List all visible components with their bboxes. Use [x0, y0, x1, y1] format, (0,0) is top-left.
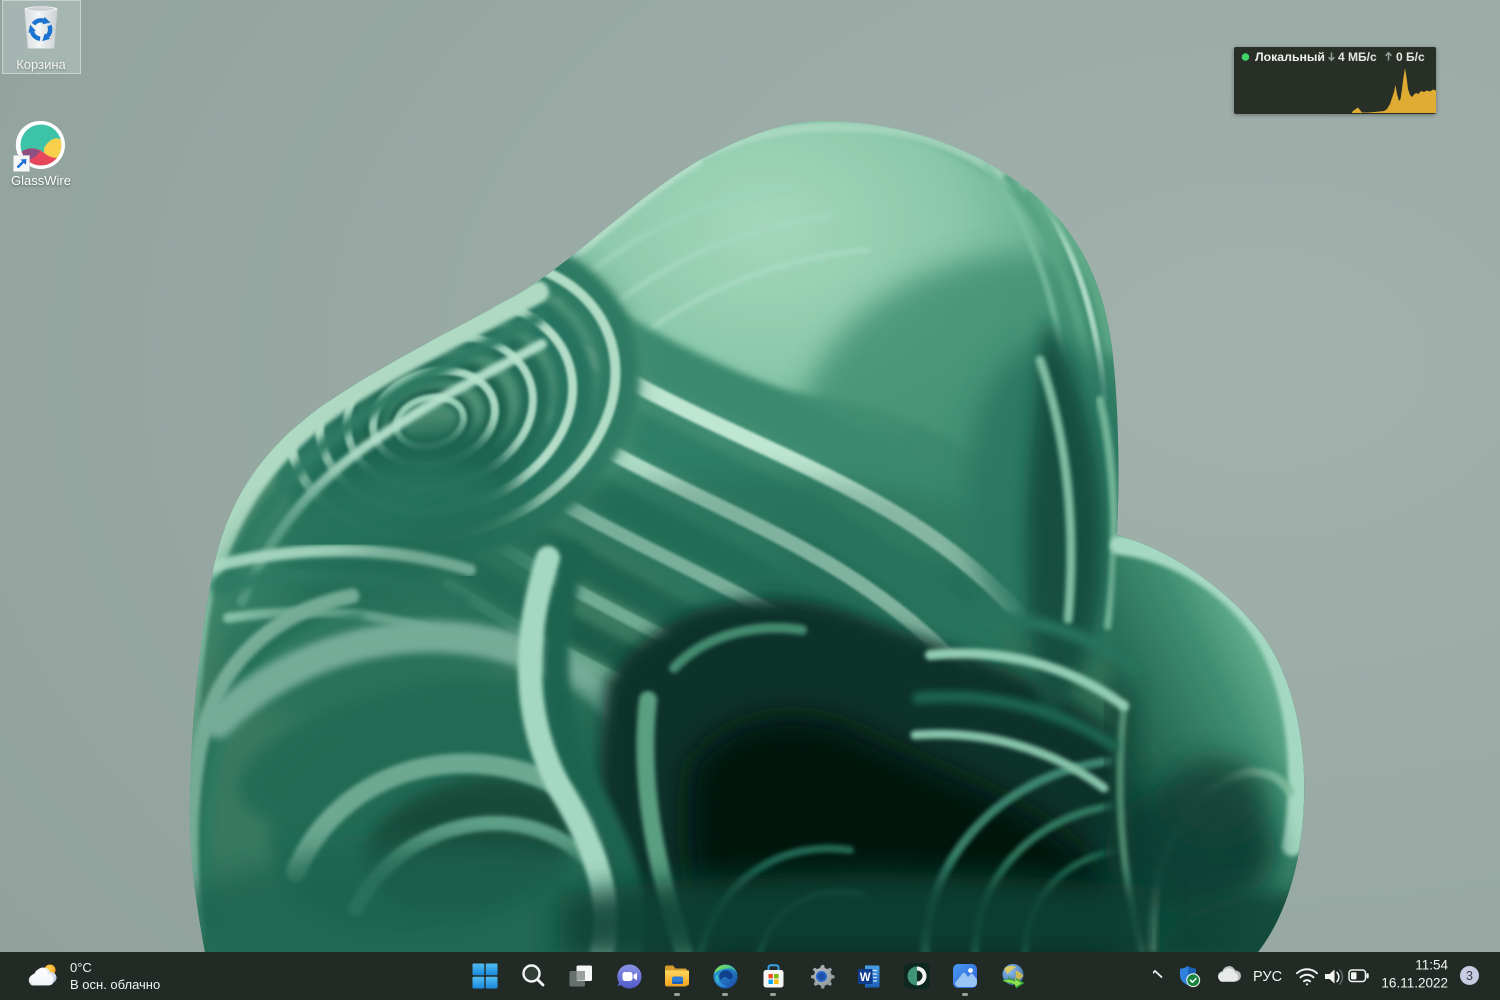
- svg-text:Локальный: Локальный: [1255, 50, 1325, 64]
- svg-text:РУС: РУС: [1253, 969, 1282, 985]
- svg-text:11:54: 11:54: [1415, 958, 1448, 973]
- svg-text:3: 3: [1466, 969, 1473, 983]
- svg-text:4 МБ/с: 4 МБ/с: [1338, 50, 1377, 64]
- svg-text:16.11.2022: 16.11.2022: [1381, 976, 1448, 991]
- svg-text:W: W: [859, 972, 870, 984]
- svg-text:0 Б/с: 0 Б/с: [1396, 50, 1425, 64]
